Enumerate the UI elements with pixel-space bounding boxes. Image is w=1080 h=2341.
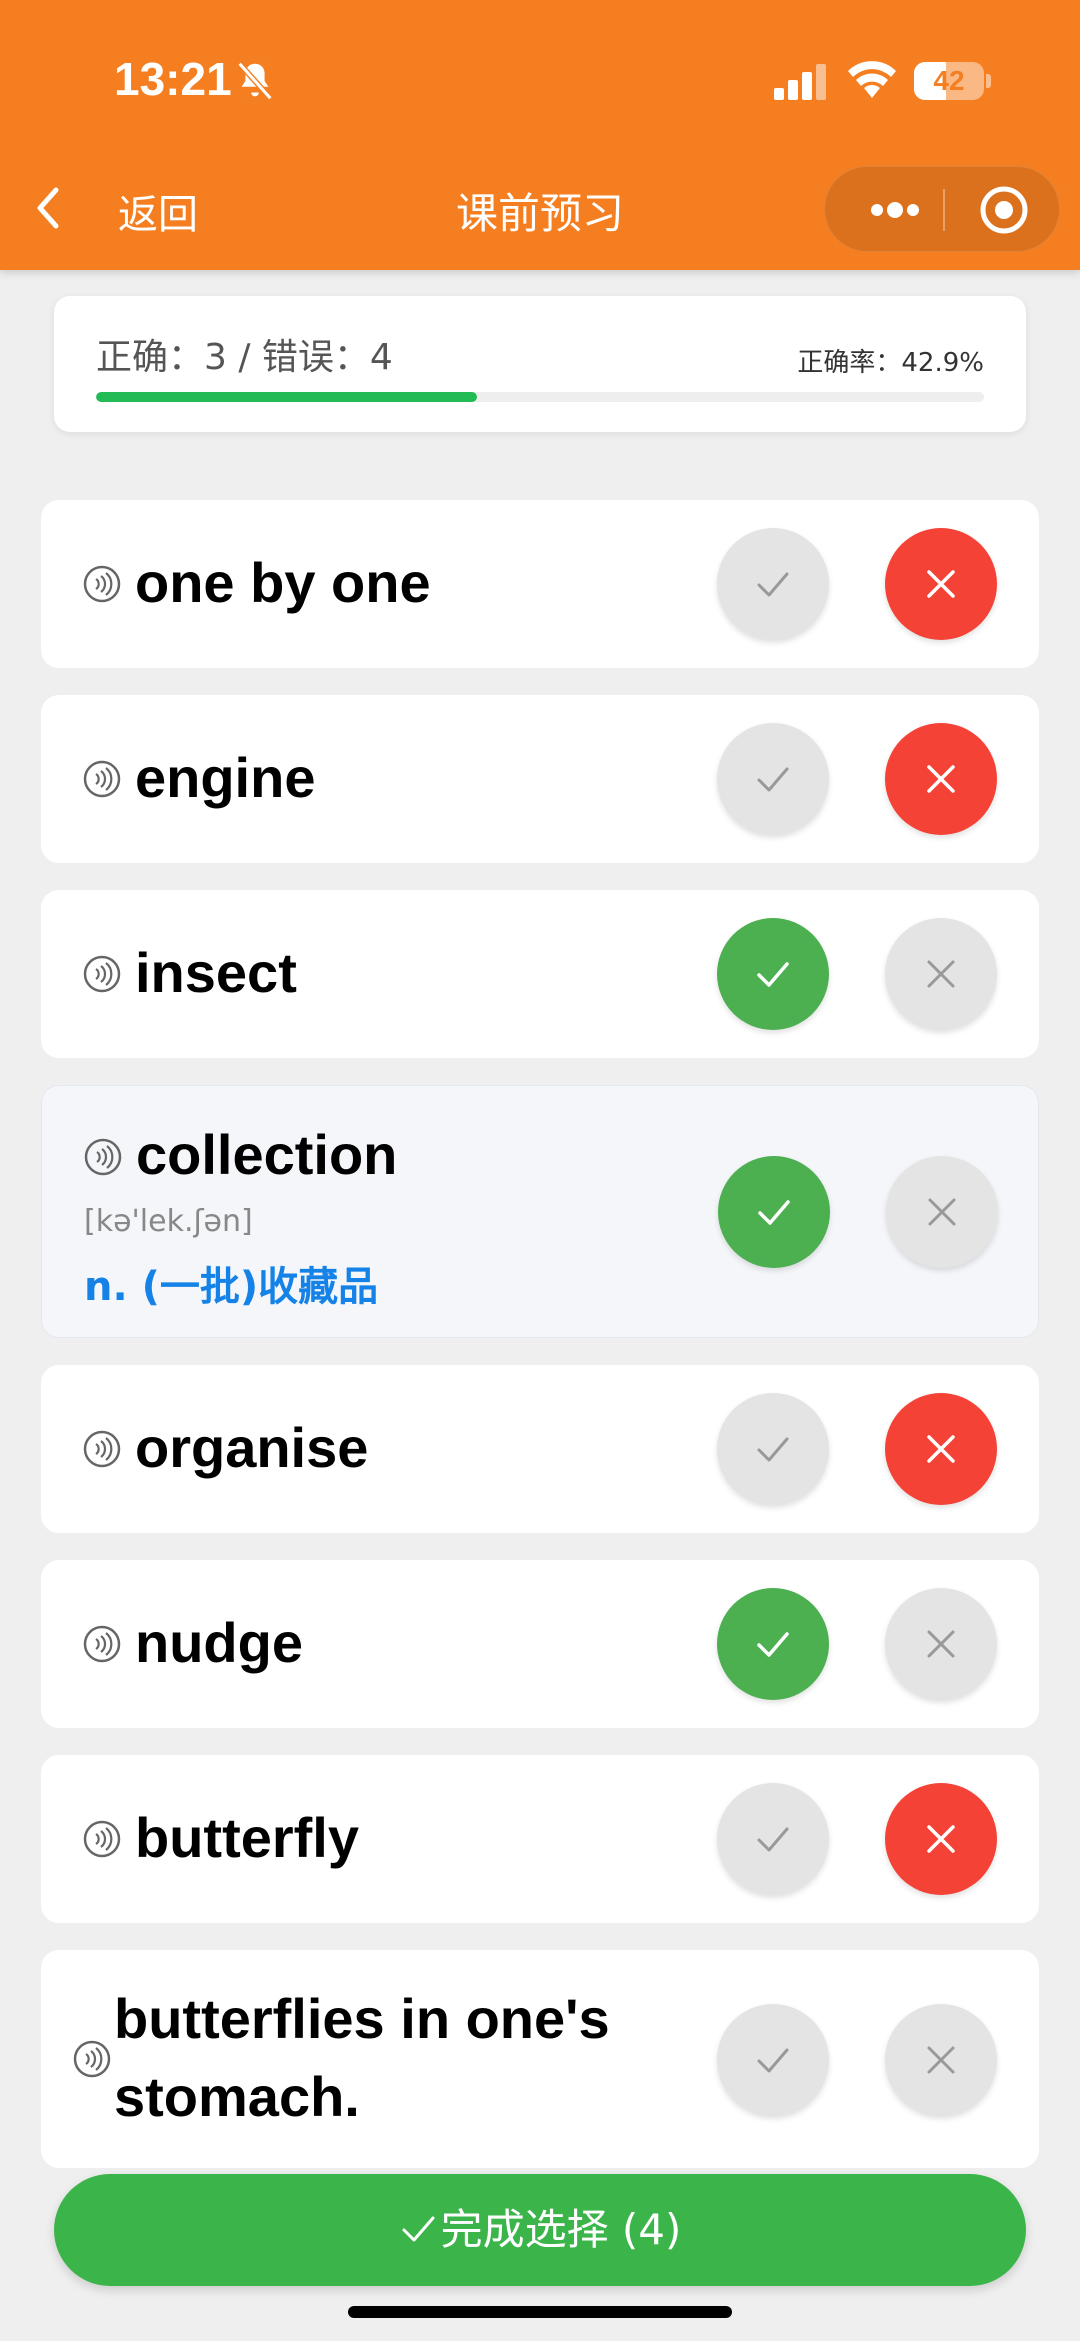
cellular-signal-icon: [774, 64, 826, 100]
word-card: butterfly: [41, 1755, 1039, 1923]
close-icon: [927, 1435, 955, 1463]
check-icon: [757, 572, 789, 597]
word-card: butterflies in one's stomach.: [41, 1950, 1039, 2168]
more-options-icon[interactable]: [845, 167, 941, 253]
miniprogram-capsule: [824, 166, 1060, 252]
close-icon: [927, 2046, 955, 2074]
mark-wrong-button[interactable]: [885, 1393, 997, 1505]
correct-wrong-count: 正确：3 / 错误：4: [96, 337, 393, 378]
word-text: insect: [135, 941, 297, 1004]
word-text: nudge: [135, 1611, 303, 1674]
status-time: 13:21: [114, 53, 232, 105]
close-icon: [927, 960, 955, 988]
accuracy-progress-bar: [96, 392, 984, 402]
mark-wrong-button[interactable]: [885, 723, 997, 835]
close-icon: [928, 1198, 956, 1226]
audio-play-icon[interactable]: [83, 1430, 121, 1468]
word-phonetic: [kə'lek.ʃən]: [84, 1204, 253, 1239]
word-card: organise: [41, 1365, 1039, 1533]
mark-correct-button[interactable]: [717, 2004, 829, 2116]
audio-play-icon[interactable]: [83, 760, 121, 798]
audio-play-icon[interactable]: [73, 2040, 111, 2078]
mark-wrong-button[interactable]: [885, 528, 997, 640]
word-text: one by one: [135, 551, 431, 614]
back-button[interactable]: 返回: [118, 182, 198, 240]
word-text: engine: [135, 746, 316, 809]
check-icon: [757, 1632, 789, 1657]
header-bar: 13:21 42 返回 课前预习: [0, 0, 1080, 270]
check-icon: [757, 767, 789, 792]
word-card-expanded: collection [kə'lek.ʃən] n. (一批)收藏品: [41, 1085, 1039, 1338]
close-miniprogram-icon[interactable]: [961, 167, 1047, 253]
mark-correct-button[interactable]: [717, 1588, 829, 1700]
mark-correct-button[interactable]: [718, 1156, 830, 1268]
close-icon: [927, 1825, 955, 1853]
battery-indicator: 42: [914, 62, 991, 100]
mark-wrong-button[interactable]: [885, 1588, 997, 1700]
complete-selection-label: 完成选择 (4): [440, 2205, 682, 2254]
stats-card: 正确：3 / 错误：4 正确率：42.9%: [54, 296, 1026, 432]
check-icon: [757, 962, 789, 987]
audio-play-icon[interactable]: [83, 1820, 121, 1858]
mark-wrong-button[interactable]: [885, 918, 997, 1030]
audio-play-icon[interactable]: [83, 1625, 121, 1663]
close-icon: [927, 570, 955, 598]
mark-correct-button[interactable]: [717, 723, 829, 835]
mark-correct-button[interactable]: [717, 1783, 829, 1895]
close-icon: [927, 765, 955, 793]
check-icon: [402, 2216, 435, 2242]
battery-level: 42: [933, 65, 965, 96]
accuracy-rate: 正确率：42.9%: [797, 348, 984, 378]
audio-play-icon[interactable]: [83, 565, 121, 603]
wifi-icon: [848, 61, 896, 98]
mark-wrong-button[interactable]: [885, 1783, 997, 1895]
word-card: insect: [41, 890, 1039, 1058]
word-card: one by one: [41, 500, 1039, 668]
word-card: engine: [41, 695, 1039, 863]
word-card: nudge: [41, 1560, 1039, 1728]
bell-mute-icon: [237, 61, 273, 101]
check-icon: [757, 1437, 789, 1462]
complete-selection-button[interactable]: 完成选择 (4): [54, 2174, 1026, 2286]
check-icon: [758, 1200, 790, 1225]
audio-play-icon[interactable]: [84, 1138, 122, 1176]
check-icon: [757, 1827, 789, 1852]
word-text: collection: [136, 1123, 398, 1186]
close-icon: [927, 1630, 955, 1658]
progress-fill: [96, 392, 477, 402]
mark-correct-button[interactable]: [717, 918, 829, 1030]
word-text: butterfly: [135, 1806, 359, 1869]
mark-correct-button[interactable]: [717, 528, 829, 640]
word-text: butterflies in one's stomach.: [114, 1987, 610, 2128]
mark-wrong-button[interactable]: [886, 1156, 998, 1268]
home-indicator: [348, 2306, 732, 2318]
word-meaning: n. (一批)收藏品: [84, 1264, 379, 1310]
check-icon: [757, 2048, 789, 2073]
mark-wrong-button[interactable]: [885, 2004, 997, 2116]
mark-correct-button[interactable]: [717, 1393, 829, 1505]
word-text: organise: [135, 1416, 369, 1479]
back-chevron-icon[interactable]: [30, 180, 70, 236]
audio-play-icon[interactable]: [83, 955, 121, 993]
